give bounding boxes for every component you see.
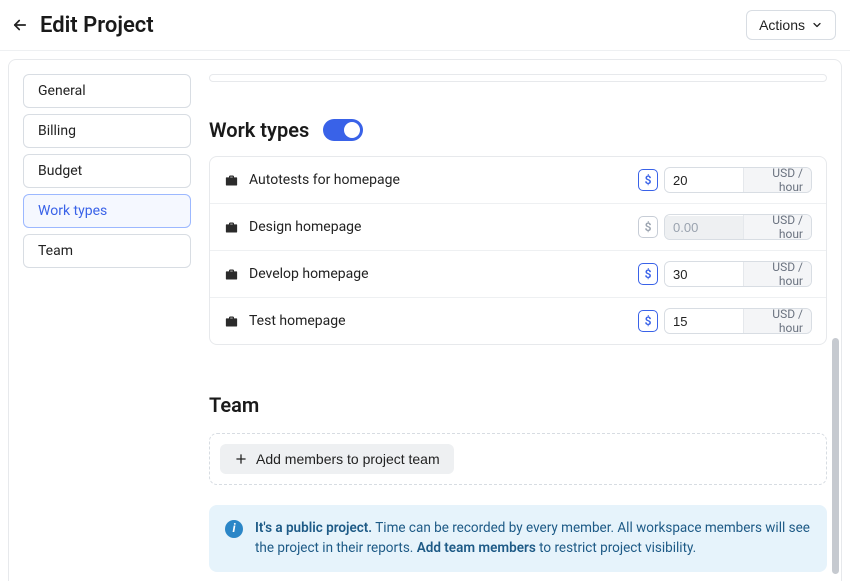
previous-section-card [209, 74, 827, 82]
work-type-row: Develop homepage $ USD / hour [210, 251, 826, 298]
arrow-left-icon [11, 16, 29, 34]
work-type-name: Design homepage [249, 219, 628, 235]
sidenav-item-general[interactable]: General [23, 74, 191, 108]
rate-input[interactable] [665, 310, 743, 333]
rate-field: USD / hour [664, 214, 812, 240]
page-title: Edit Project [40, 13, 154, 38]
add-members-label: Add members to project team [256, 451, 440, 467]
rate-field: USD / hour [664, 308, 812, 334]
scrollbar-thumb[interactable] [832, 338, 839, 574]
rate-unit: USD / hour [743, 309, 811, 333]
work-type-row: Test homepage $ USD / hour [210, 298, 826, 344]
rate-unit: USD / hour [743, 168, 811, 192]
actions-label: Actions [759, 17, 805, 33]
sidenav-item-work-types[interactable]: Work types [23, 194, 191, 228]
rate-field: USD / hour [664, 167, 812, 193]
plus-icon [234, 452, 248, 466]
work-type-name: Test homepage [249, 313, 628, 329]
billable-toggle[interactable]: $ [638, 216, 658, 238]
briefcase-icon [224, 173, 239, 188]
rate-input[interactable] [665, 169, 743, 192]
public-project-banner: i It's a public project. Time can be rec… [209, 505, 827, 572]
work-type-row: Design homepage $ USD / hour [210, 204, 826, 251]
work-type-row: Autotests for homepage $ USD / hour [210, 157, 826, 204]
work-type-name: Autotests for homepage [249, 172, 628, 188]
work-type-name: Develop homepage [249, 266, 628, 282]
sidenav-item-team[interactable]: Team [23, 234, 191, 268]
rate-input[interactable] [665, 263, 743, 286]
info-icon: i [225, 520, 243, 538]
rate-unit: USD / hour [743, 262, 811, 286]
work-types-heading: Work types [209, 118, 309, 142]
info-text: It's a public project. Time can be recor… [255, 519, 811, 558]
sidenav-item-budget[interactable]: Budget [23, 154, 191, 188]
back-button[interactable] [10, 15, 30, 35]
rate-unit: USD / hour [743, 215, 811, 239]
chevron-down-icon [811, 19, 823, 31]
actions-button[interactable]: Actions [746, 10, 836, 40]
briefcase-icon [224, 314, 239, 329]
billable-toggle[interactable]: $ [638, 169, 658, 191]
side-nav: General Billing Budget Work types Team [23, 74, 191, 572]
work-types-list: Autotests for homepage $ USD / hour Desi… [209, 156, 827, 345]
billable-toggle[interactable]: $ [638, 263, 658, 285]
billable-toggle[interactable]: $ [638, 310, 658, 332]
add-members-card: Add members to project team [209, 433, 827, 485]
sidenav-item-billing[interactable]: Billing [23, 114, 191, 148]
briefcase-icon [224, 220, 239, 235]
team-heading: Team [209, 393, 827, 417]
rate-field: USD / hour [664, 261, 812, 287]
briefcase-icon [224, 267, 239, 282]
toggle-knob [344, 122, 360, 138]
rate-input [665, 216, 743, 239]
add-members-button[interactable]: Add members to project team [220, 444, 454, 474]
work-types-toggle[interactable] [323, 119, 363, 141]
